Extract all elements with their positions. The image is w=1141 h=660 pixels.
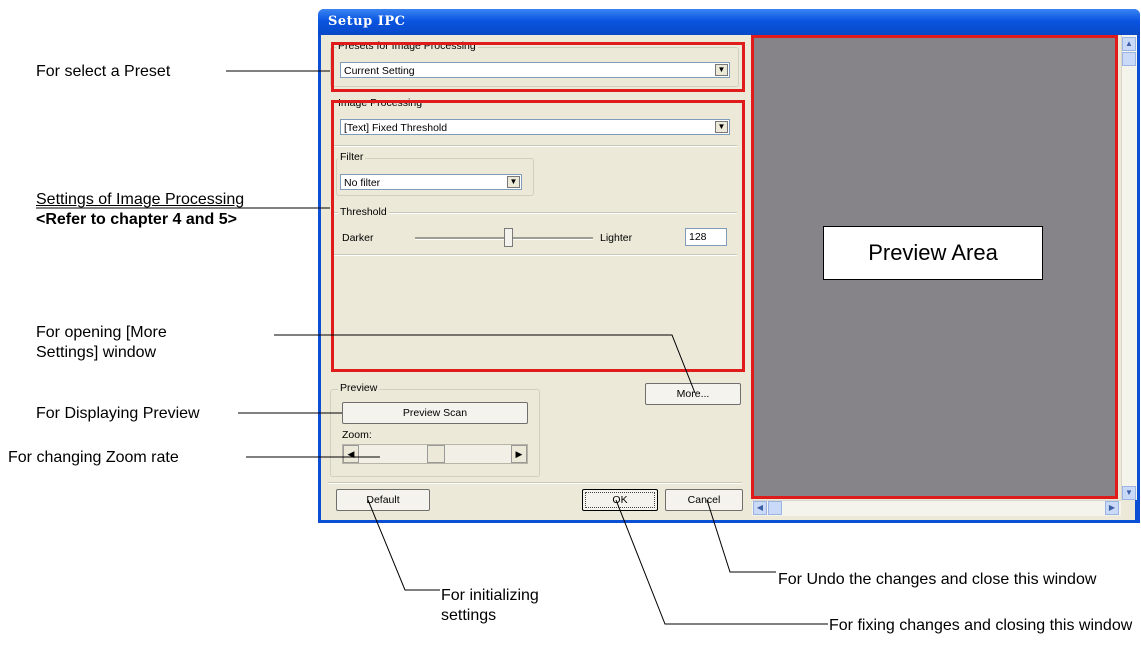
annotation-select-preset: For select a Preset — [36, 63, 171, 80]
annotation-zoom-rate: For changing Zoom rate — [8, 449, 179, 466]
annotation-more-settings: For opening [More Settings] window — [36, 324, 167, 361]
preview-scan-button[interactable]: Preview Scan — [342, 402, 528, 424]
preview-vertical-scrollbar[interactable] — [1121, 35, 1137, 500]
vertical-scroll-thumb[interactable] — [1122, 52, 1136, 66]
preview-area-highlight — [751, 35, 1118, 499]
annotation-settings-line1: Settings of Image Processing — [36, 191, 245, 208]
zoom-label: Zoom: — [342, 429, 372, 441]
presets-highlight — [331, 42, 745, 92]
chevron-down-icon[interactable]: ▼ — [1122, 486, 1136, 500]
window-title: Setup IPC — [328, 14, 406, 29]
annotation-initializing: For initializing settings — [441, 587, 539, 624]
chevron-right-icon[interactable]: ▶ — [1105, 501, 1119, 515]
image-processing-highlight — [331, 100, 745, 372]
annotation-settings-line2: <Refer to chapter 4 and 5> — [36, 211, 237, 228]
more-button[interactable]: More... — [645, 383, 741, 405]
preview-label: Preview — [338, 382, 380, 394]
annotation-settings-ref: <Refer to chapter 4 and 5> — [36, 210, 237, 230]
divider — [328, 482, 742, 484]
cancel-button[interactable]: Cancel — [665, 489, 743, 511]
horizontal-scroll-thumb[interactable] — [768, 501, 782, 515]
annotation-fixing: For fixing changes and closing this wind… — [829, 617, 1133, 634]
chevron-right-icon[interactable]: ▶ — [511, 445, 527, 463]
preview-horizontal-scrollbar[interactable] — [752, 500, 1121, 516]
title-bar[interactable] — [318, 9, 1140, 35]
zoom-scroll-thumb[interactable] — [427, 445, 445, 463]
default-button[interactable]: Default — [336, 489, 430, 511]
chevron-left-icon[interactable]: ◀ — [343, 445, 359, 463]
ok-button[interactable]: OK — [582, 489, 658, 511]
annotation-undo: For Undo the changes and close this wind… — [778, 571, 1097, 588]
chevron-left-icon[interactable]: ◀ — [753, 501, 767, 515]
chevron-up-icon[interactable]: ▲ — [1122, 37, 1136, 51]
annotation-settings-title: Settings of Image Processing — [36, 190, 244, 210]
annotation-displaying-preview: For Displaying Preview — [36, 405, 200, 422]
